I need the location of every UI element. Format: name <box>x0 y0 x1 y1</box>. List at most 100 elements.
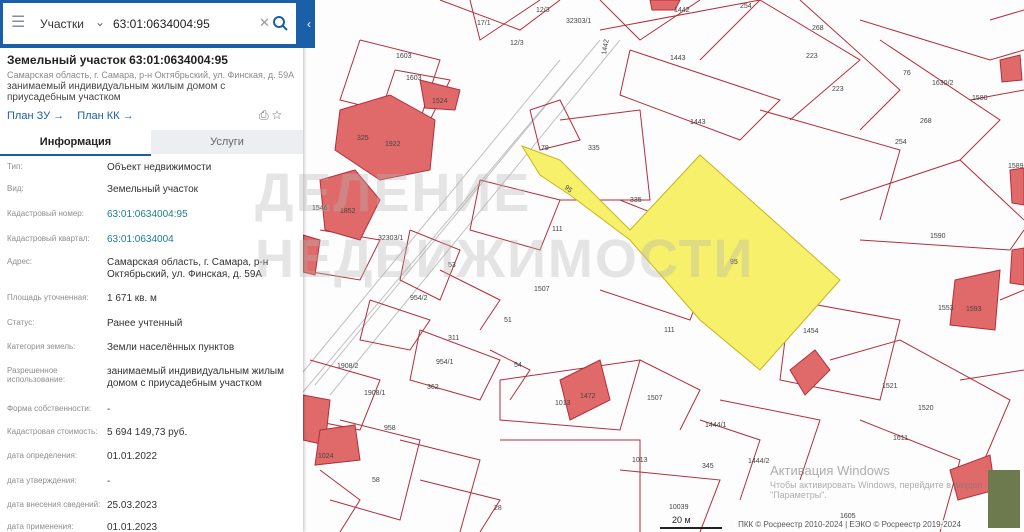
map-label: 28 <box>494 505 502 512</box>
map-label: 345 <box>702 463 714 470</box>
info-label: Форма собственности: <box>7 404 92 413</box>
info-value: 01.01.2023 <box>107 522 158 532</box>
map-label: 254 <box>895 139 907 146</box>
map-label: 111 <box>664 327 675 334</box>
windows-activation-title: Активация Windows <box>770 463 890 478</box>
info-label: дата утверждения: <box>7 476 77 485</box>
info-value: 1 671 кв. м <box>107 293 157 304</box>
info-value: - <box>107 404 111 415</box>
layer-select[interactable]: Участки <box>40 17 84 31</box>
map-label: 268 <box>920 118 932 125</box>
info-label: Адрес: <box>7 257 33 266</box>
map-label: 335 <box>588 145 600 152</box>
map-label: 223 <box>806 53 818 60</box>
map-label: 223 <box>832 86 844 93</box>
map-label: 1580 <box>972 95 988 102</box>
info-label: Разрешенное использование: <box>7 366 66 384</box>
object-address: Самарская область, г. Самара, р-н Октябр… <box>7 70 295 80</box>
info-value: Земли населённых пунктов <box>107 342 235 353</box>
map-label: 1908/2 <box>337 363 359 370</box>
map-label: 79 <box>541 145 549 152</box>
map-attribution: ПКК © Росреестр 2010-2024 | ЕЭКО © Росре… <box>735 520 964 529</box>
info-label: Вид: <box>7 184 24 193</box>
map-label: 254 <box>740 3 752 10</box>
info-label: дата внесения сведений: <box>7 500 101 509</box>
menu-icon[interactable]: ☰ <box>11 15 29 31</box>
tab-services[interactable]: Услуги <box>151 130 303 154</box>
map-label: 1520 <box>918 405 934 412</box>
map-label: 268 <box>812 25 824 32</box>
map-label: 1444/2 <box>748 458 770 465</box>
map-label: 12/3 <box>510 40 524 47</box>
info-label: дата определения: <box>7 451 78 460</box>
map-label: 17/1 <box>477 20 491 27</box>
map-label: 10039 <box>669 504 689 511</box>
map-label: 1013 <box>632 457 648 464</box>
info-label: Площадь уточненная: <box>7 293 89 302</box>
map-label: 58 <box>372 477 380 484</box>
map-label: 32303/1 <box>566 18 591 25</box>
map-label: 325 <box>357 135 369 142</box>
map-label: 54 <box>514 362 522 369</box>
map-label: 1603 <box>396 53 412 60</box>
basemap-switcher[interactable] <box>988 470 1020 528</box>
map-label: 1472 <box>580 393 596 400</box>
info-value: 01.01.2022 <box>107 451 158 462</box>
info-label: дата применения: <box>7 522 74 531</box>
info-value: - <box>107 476 111 487</box>
map-label: 1593 <box>966 306 982 313</box>
search-box[interactable]: ☰ Участки ⌄ 63:01:0634004:95 ✕ <box>3 3 296 44</box>
map-scale-bar <box>660 527 722 529</box>
info-label: Кадастровый номер: <box>7 209 84 218</box>
info-value: 25.03.2023 <box>107 500 158 511</box>
tab-information[interactable]: Информация <box>0 130 151 156</box>
object-usage: занимаемый индивидуальным жилым домом с … <box>7 81 226 103</box>
info-label: Кадастровый квартал: <box>7 234 90 243</box>
map-label: 954/1 <box>436 359 454 366</box>
map-label: 1442 <box>674 7 690 14</box>
star-icon[interactable]: ☆ <box>272 108 282 122</box>
search-input[interactable]: 63:01:0634004:95 <box>113 17 210 31</box>
map-label: 311 <box>448 335 459 342</box>
map-label: 1443 <box>690 119 706 126</box>
watermark: ДЕЛЕНИЕ НЕДВИЖИМОСТИ <box>255 163 755 289</box>
plan-links: План ЗУ → План КК → <box>7 110 144 122</box>
info-value: Ранее учтенный <box>107 318 183 329</box>
windows-activation-subtitle: Чтобы активировать Windows, перейдите в … <box>770 480 983 500</box>
map-label: 1521 <box>882 383 898 390</box>
print-icon[interactable]: ⎙ <box>259 108 269 122</box>
info-label: Категория земель: <box>7 342 76 351</box>
map-label: 1524 <box>432 98 448 105</box>
map-label: 1922 <box>385 141 401 148</box>
info-value: занимаемый индивидуальным жилым домом с … <box>107 366 284 389</box>
map-label: 1443 <box>670 55 686 62</box>
map-label: 1603 <box>406 75 422 82</box>
map-label: 1908/1 <box>364 390 386 397</box>
panel-tabs: Информация Услуги <box>0 130 303 156</box>
map-label: 1630/2 <box>932 80 954 87</box>
map-label: 1013 <box>555 400 571 407</box>
map-label: 1553 <box>938 305 954 312</box>
map-label: 1611 <box>893 435 908 442</box>
info-label: Кадастровая стоимость: <box>7 427 98 436</box>
object-title: Земельный участок 63:01:0634004:95 <box>7 53 228 67</box>
chevron-down-icon[interactable]: ⌄ <box>95 15 105 29</box>
map-label: 1444/1 <box>705 422 727 429</box>
map-label: 958 <box>384 425 396 432</box>
map-label: 1507 <box>647 395 663 402</box>
map-label: 1024 <box>318 453 334 460</box>
info-value: 5 694 149,73 руб. <box>107 427 188 438</box>
info-label: Тип: <box>7 162 23 171</box>
map-label: 51 <box>504 317 512 324</box>
map-label: 12/3 <box>536 7 550 14</box>
search-icon[interactable] <box>269 12 291 36</box>
panel-tools: ⎙ ☆ <box>259 108 282 123</box>
plan-kk-link[interactable]: План КК → <box>77 110 133 122</box>
plan-zu-link[interactable]: План ЗУ → <box>7 110 64 122</box>
info-label: Статус: <box>7 318 35 327</box>
map-label: 1605 <box>840 513 856 520</box>
map-label: 954/2 <box>410 295 428 302</box>
collapse-panel-button[interactable]: ‹ <box>303 0 315 48</box>
map-label: 76 <box>903 70 911 77</box>
map-scale-label: 20 м <box>672 515 691 525</box>
